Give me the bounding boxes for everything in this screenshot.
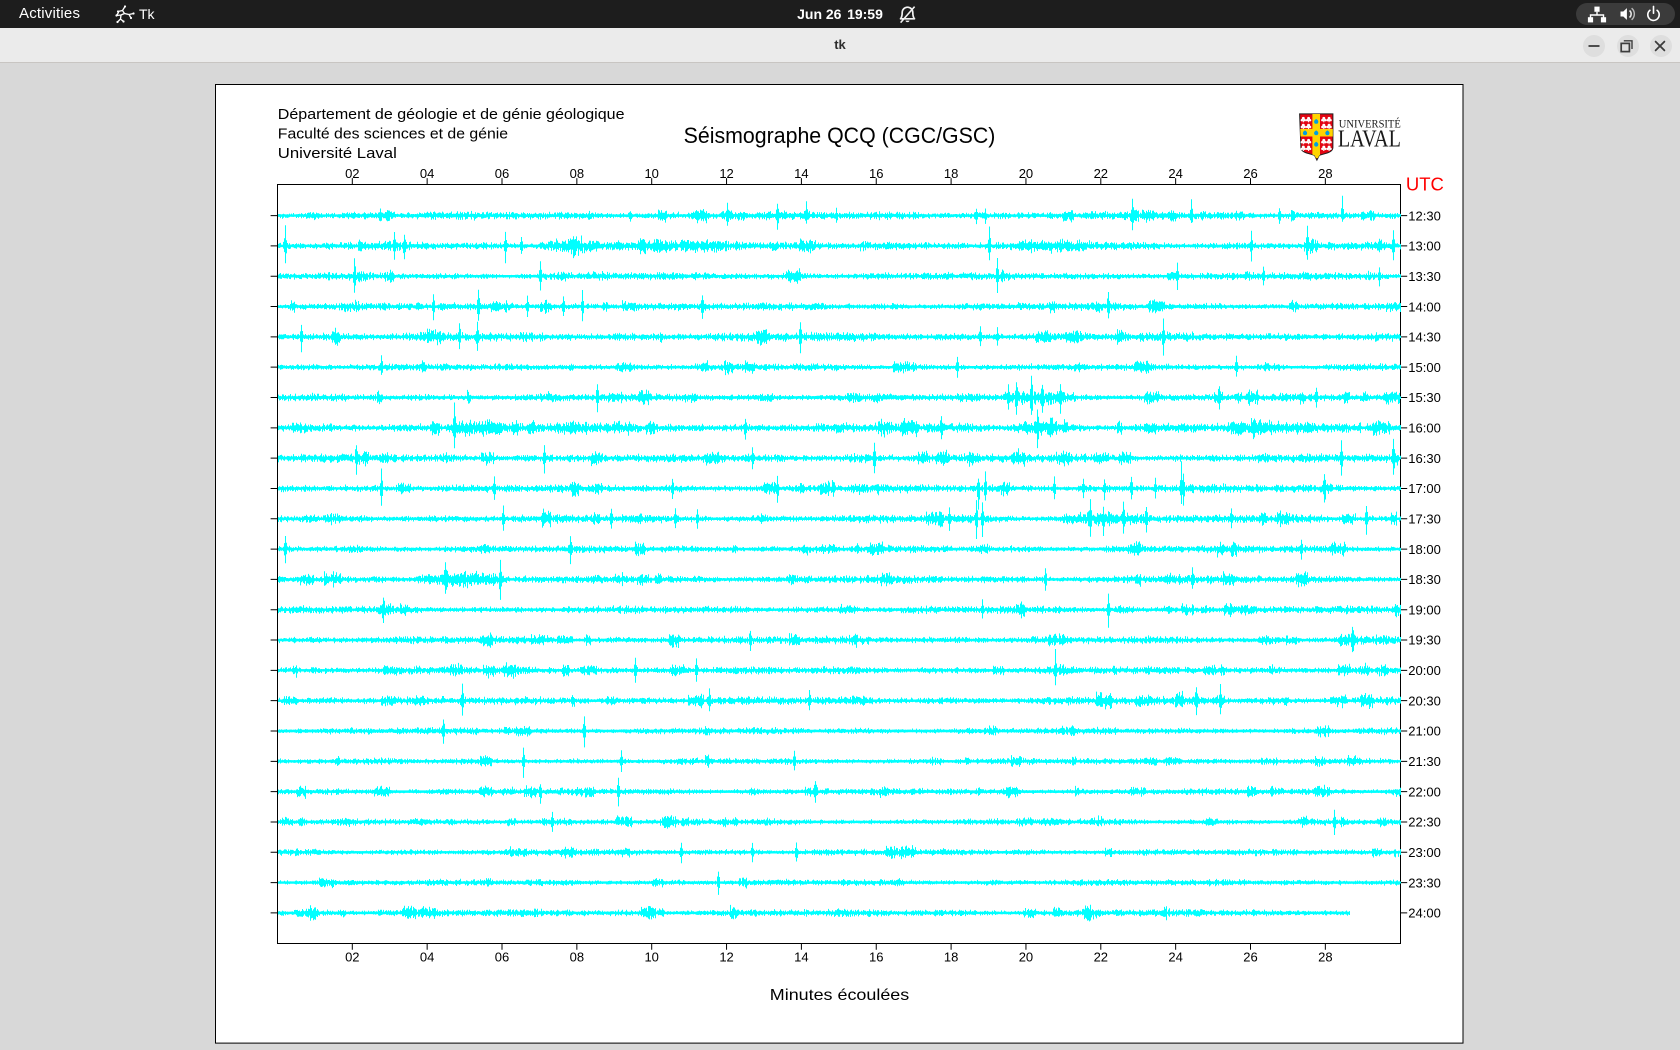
svg-text:18: 18	[944, 166, 958, 181]
svg-text:12:30: 12:30	[1408, 208, 1441, 223]
svg-text:21:00: 21:00	[1408, 724, 1441, 739]
svg-text:20: 20	[1019, 166, 1033, 181]
svg-text:Séismographe QCQ (CGC/GSC): Séismographe QCQ (CGC/GSC)	[684, 123, 996, 148]
svg-text:22:00: 22:00	[1408, 784, 1441, 799]
svg-text:16: 16	[869, 950, 883, 965]
svg-text:12: 12	[719, 166, 733, 181]
svg-text:23:30: 23:30	[1408, 875, 1441, 890]
svg-text:14: 14	[794, 950, 808, 965]
svg-text:04: 04	[420, 950, 434, 965]
svg-text:02: 02	[345, 166, 359, 181]
svg-text:13:00: 13:00	[1408, 239, 1441, 254]
svg-text:17:00: 17:00	[1408, 481, 1441, 496]
svg-text:14:00: 14:00	[1408, 299, 1441, 314]
svg-text:04: 04	[420, 166, 434, 181]
svg-text:20: 20	[1019, 950, 1033, 965]
svg-text:22: 22	[1094, 166, 1108, 181]
svg-text:Département de géologie et de: Département de géologie et de génie géol…	[278, 107, 625, 123]
svg-text:15:30: 15:30	[1408, 390, 1441, 405]
svg-text:26: 26	[1243, 166, 1257, 181]
svg-text:12: 12	[719, 950, 733, 965]
svg-text:16:30: 16:30	[1408, 451, 1441, 466]
svg-text:10: 10	[644, 166, 658, 181]
svg-text:22:30: 22:30	[1408, 815, 1441, 830]
svg-text:15:00: 15:00	[1408, 360, 1441, 375]
svg-text:10: 10	[644, 950, 658, 965]
svg-text:06: 06	[495, 950, 509, 965]
svg-text:UTC: UTC	[1406, 173, 1444, 194]
svg-text:17:30: 17:30	[1408, 511, 1441, 526]
svg-text:16:00: 16:00	[1408, 421, 1441, 436]
svg-text:02: 02	[345, 950, 359, 965]
svg-text:14: 14	[794, 166, 808, 181]
svg-text:28: 28	[1318, 950, 1332, 965]
svg-text:23:00: 23:00	[1408, 845, 1441, 860]
svg-text:13:30: 13:30	[1408, 269, 1441, 284]
svg-text:08: 08	[570, 950, 584, 965]
svg-text:LAVAL: LAVAL	[1338, 126, 1401, 152]
svg-text:28: 28	[1318, 166, 1332, 181]
svg-text:20:00: 20:00	[1408, 663, 1441, 678]
svg-text:Université Laval: Université Laval	[278, 146, 397, 162]
svg-text:18:00: 18:00	[1408, 542, 1441, 557]
svg-text:06: 06	[495, 166, 509, 181]
svg-text:24: 24	[1168, 166, 1182, 181]
svg-text:18: 18	[944, 950, 958, 965]
svg-text:24:00: 24:00	[1408, 906, 1441, 921]
svg-text:Faculté des sciences et de gén: Faculté des sciences et de génie	[278, 127, 508, 143]
svg-text:21:30: 21:30	[1408, 754, 1441, 769]
svg-text:14:30: 14:30	[1408, 330, 1441, 345]
svg-text:26: 26	[1243, 950, 1257, 965]
svg-text:22: 22	[1094, 950, 1108, 965]
svg-text:19:00: 19:00	[1408, 602, 1441, 617]
svg-text:16: 16	[869, 166, 883, 181]
svg-text:19:30: 19:30	[1408, 633, 1441, 648]
svg-text:08: 08	[570, 166, 584, 181]
svg-text:24: 24	[1168, 950, 1182, 965]
svg-text:Minutes écoulées: Minutes écoulées	[770, 987, 909, 1004]
svg-text:20:30: 20:30	[1408, 693, 1441, 708]
svg-text:18:30: 18:30	[1408, 572, 1441, 587]
